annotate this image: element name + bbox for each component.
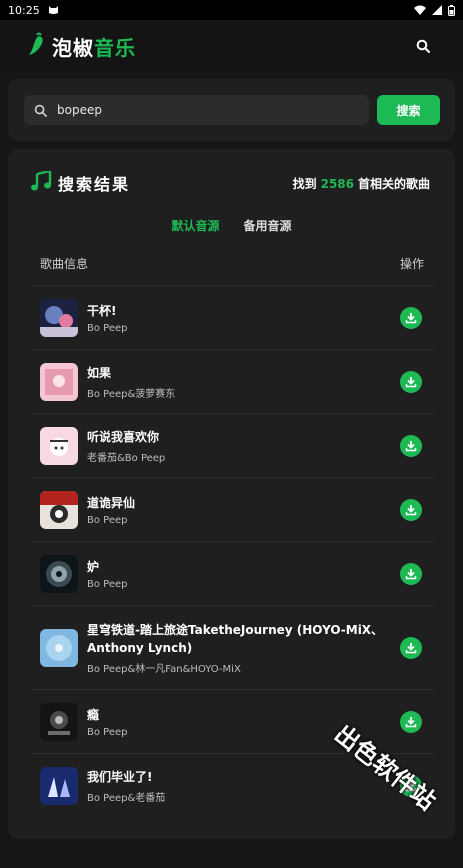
music-note-icon	[30, 169, 52, 195]
tab-default-source[interactable]: 默认音源	[171, 217, 219, 234]
chili-icon	[28, 32, 48, 60]
results-count-number: 2586	[320, 176, 354, 191]
song-title: 如果	[87, 365, 112, 380]
song-row[interactable]: 妒 Bo Peep	[31, 541, 433, 605]
tab-backup-source[interactable]: 备用音源	[244, 217, 292, 234]
results-header: 搜索结果 找到 2586 首相关的歌曲	[30, 169, 430, 195]
download-button[interactable]	[400, 434, 422, 457]
song-artist: Bo Peep	[87, 726, 128, 738]
status-bar: 10:25	[0, 0, 463, 20]
song-list: 干杯! Bo Peep 如果 Bo Peep&菠萝赛东 听说我喜欢你 老番茄&B…	[31, 285, 433, 817]
search-card: 搜索	[8, 79, 455, 141]
download-icon	[405, 440, 417, 451]
signal-icon	[432, 5, 442, 15]
song-artist: 老番茄&Bo Peep	[87, 452, 166, 464]
download-icon	[405, 376, 417, 387]
song-title: 瘾	[87, 707, 100, 722]
download-icon	[405, 642, 417, 653]
song-artist: Bo Peep	[87, 578, 128, 590]
album-cover	[40, 628, 78, 667]
results-card: 搜索结果 找到 2586 首相关的歌曲 默认音源 备用音源 歌曲信息 操作 干杯! …	[8, 149, 455, 839]
download-button[interactable]	[400, 370, 422, 393]
app-name: 泡椒音乐	[52, 32, 136, 61]
song-row[interactable]: 我们毕业了! Bo Peep&老番茄	[31, 753, 433, 817]
song-title: 星穹铁道-踏上旅途TaketheJourney (HOYO-MiX、Anthon…	[87, 622, 384, 655]
song-row[interactable]: 听说我喜欢你 老番茄&Bo Peep	[31, 413, 433, 477]
wifi-icon	[414, 5, 426, 15]
status-time: 10:25	[8, 3, 40, 17]
column-action: 操作	[399, 257, 424, 271]
app-logo: 泡椒音乐	[28, 32, 136, 61]
cat-notification-icon	[48, 5, 59, 15]
song-title: 妒	[87, 559, 100, 574]
download-icon	[405, 780, 417, 791]
song-title: 道诡异仙	[87, 495, 136, 510]
app-header: 泡椒音乐	[0, 20, 463, 72]
download-icon	[405, 716, 417, 727]
album-cover	[40, 298, 78, 337]
album-cover	[40, 362, 78, 401]
battery-icon	[448, 4, 455, 16]
download-icon	[405, 312, 417, 323]
song-artist: Bo Peep	[87, 322, 128, 334]
table-header: 歌曲信息 操作	[40, 255, 424, 272]
search-icon	[34, 104, 47, 117]
header-search-button[interactable]	[411, 34, 435, 58]
album-cover	[40, 702, 78, 741]
album-cover	[40, 554, 78, 593]
song-row[interactable]: 瘾 Bo Peep	[31, 689, 433, 753]
album-cover	[40, 426, 78, 465]
results-count-prefix: 找到	[292, 176, 317, 191]
album-cover	[40, 490, 78, 529]
download-button[interactable]	[400, 710, 422, 733]
source-tabs: 默认音源 备用音源	[8, 217, 455, 234]
song-row[interactable]: 如果 Bo Peep&菠萝赛东	[31, 349, 433, 413]
results-title: 搜索结果	[58, 175, 131, 194]
results-count: 找到 2586 首相关的歌曲	[293, 175, 430, 192]
song-artist: Bo Peep&老番茄	[87, 792, 166, 804]
download-button[interactable]	[400, 562, 422, 585]
search-icon	[416, 39, 430, 53]
song-row[interactable]: 干杯! Bo Peep	[31, 285, 433, 349]
album-cover	[40, 766, 78, 805]
download-button[interactable]	[400, 498, 422, 521]
song-artist: Bo Peep	[87, 514, 128, 526]
results-count-suffix: 首相关的歌曲	[357, 176, 430, 191]
search-input[interactable]	[57, 103, 347, 117]
search-box	[24, 95, 369, 125]
song-row[interactable]: 道诡异仙 Bo Peep	[31, 477, 433, 541]
column-song-info: 歌曲信息	[40, 257, 89, 271]
app-name-part2: 音乐	[94, 35, 136, 60]
download-button[interactable]	[400, 306, 422, 329]
search-button[interactable]: 搜索	[377, 95, 440, 125]
song-artist: Bo Peep&林一凡Fan&HOYO-MiX	[87, 663, 241, 675]
app-name-part1: 泡椒	[52, 35, 94, 60]
song-artist: Bo Peep&菠萝赛东	[87, 388, 176, 400]
download-button[interactable]	[400, 774, 422, 797]
song-title: 我们毕业了!	[87, 769, 153, 784]
download-button[interactable]	[400, 636, 422, 659]
song-title: 听说我喜欢你	[87, 429, 160, 444]
download-icon	[405, 504, 417, 515]
download-icon	[405, 568, 417, 579]
song-title: 干杯!	[87, 303, 117, 318]
song-row[interactable]: 星穹铁道-踏上旅途TaketheJourney (HOYO-MiX、Anthon…	[31, 605, 433, 689]
